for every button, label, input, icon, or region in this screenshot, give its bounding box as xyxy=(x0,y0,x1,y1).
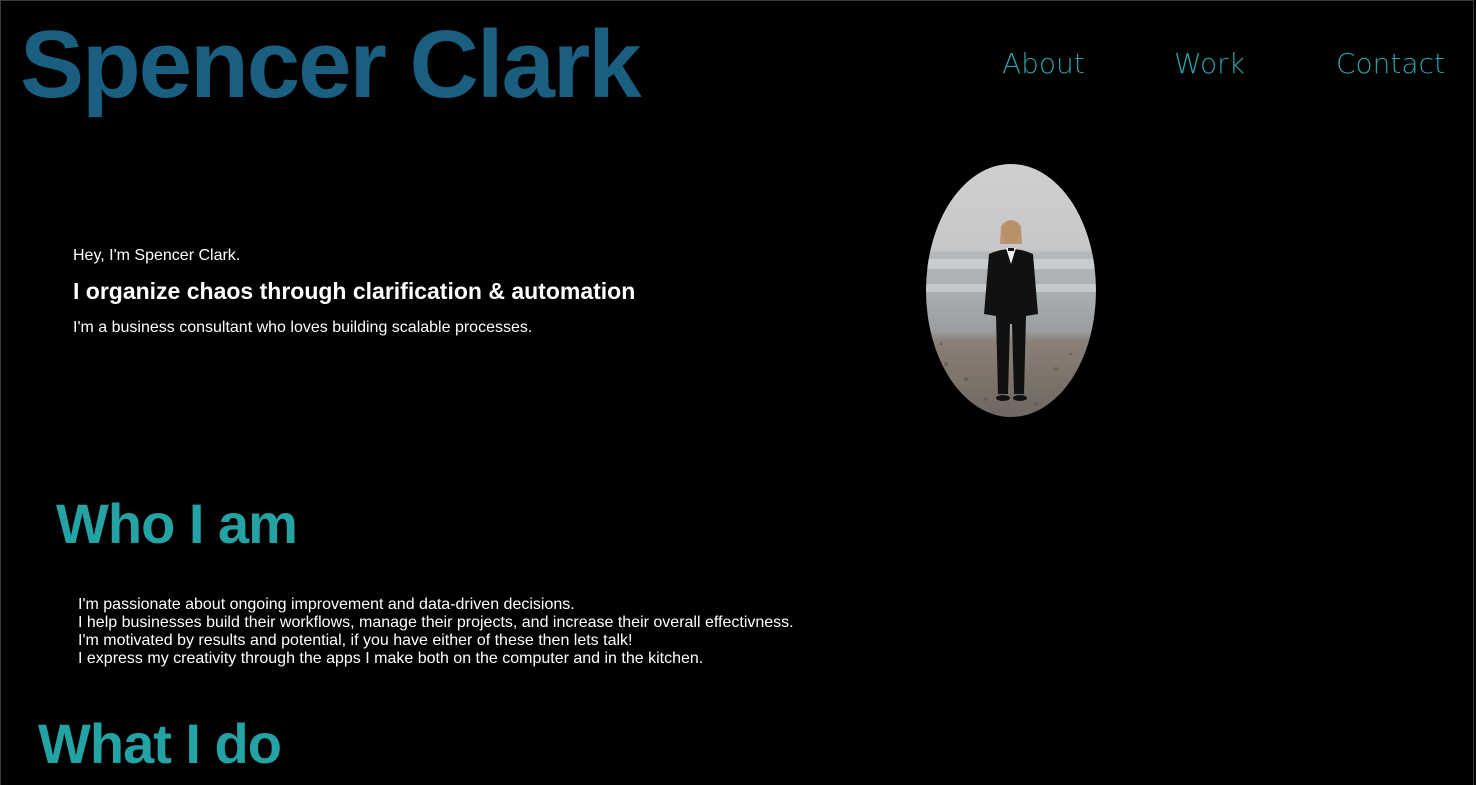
portrait-illustration xyxy=(926,220,1096,406)
what-heading: What I do xyxy=(38,712,282,775)
main-nav: About Work Contact xyxy=(1002,44,1445,84)
site-title[interactable]: Spencer Clark xyxy=(20,10,642,120)
hero-intro: Hey, I'm Spencer Clark. xyxy=(73,247,241,264)
nav-link-work[interactable]: Work xyxy=(1174,44,1245,84)
who-line: I help businesses build their workflows,… xyxy=(78,614,794,631)
nav-link-contact[interactable]: Contact xyxy=(1336,44,1445,84)
portrait-photo xyxy=(926,164,1096,417)
who-body: I'm passionate about ongoing improvement… xyxy=(78,596,794,668)
who-line: I'm motivated by results and potential, … xyxy=(78,632,633,649)
hero-subtitle: I'm a business consultant who loves buil… xyxy=(73,319,533,336)
who-line: I'm passionate about ongoing improvement… xyxy=(78,596,575,613)
who-heading: Who I am xyxy=(56,492,298,555)
who-line: I express my creativity through the apps… xyxy=(78,650,704,667)
hero-headline: I organize chaos through clarification &… xyxy=(73,278,636,304)
nav-link-about[interactable]: About xyxy=(1002,44,1085,84)
